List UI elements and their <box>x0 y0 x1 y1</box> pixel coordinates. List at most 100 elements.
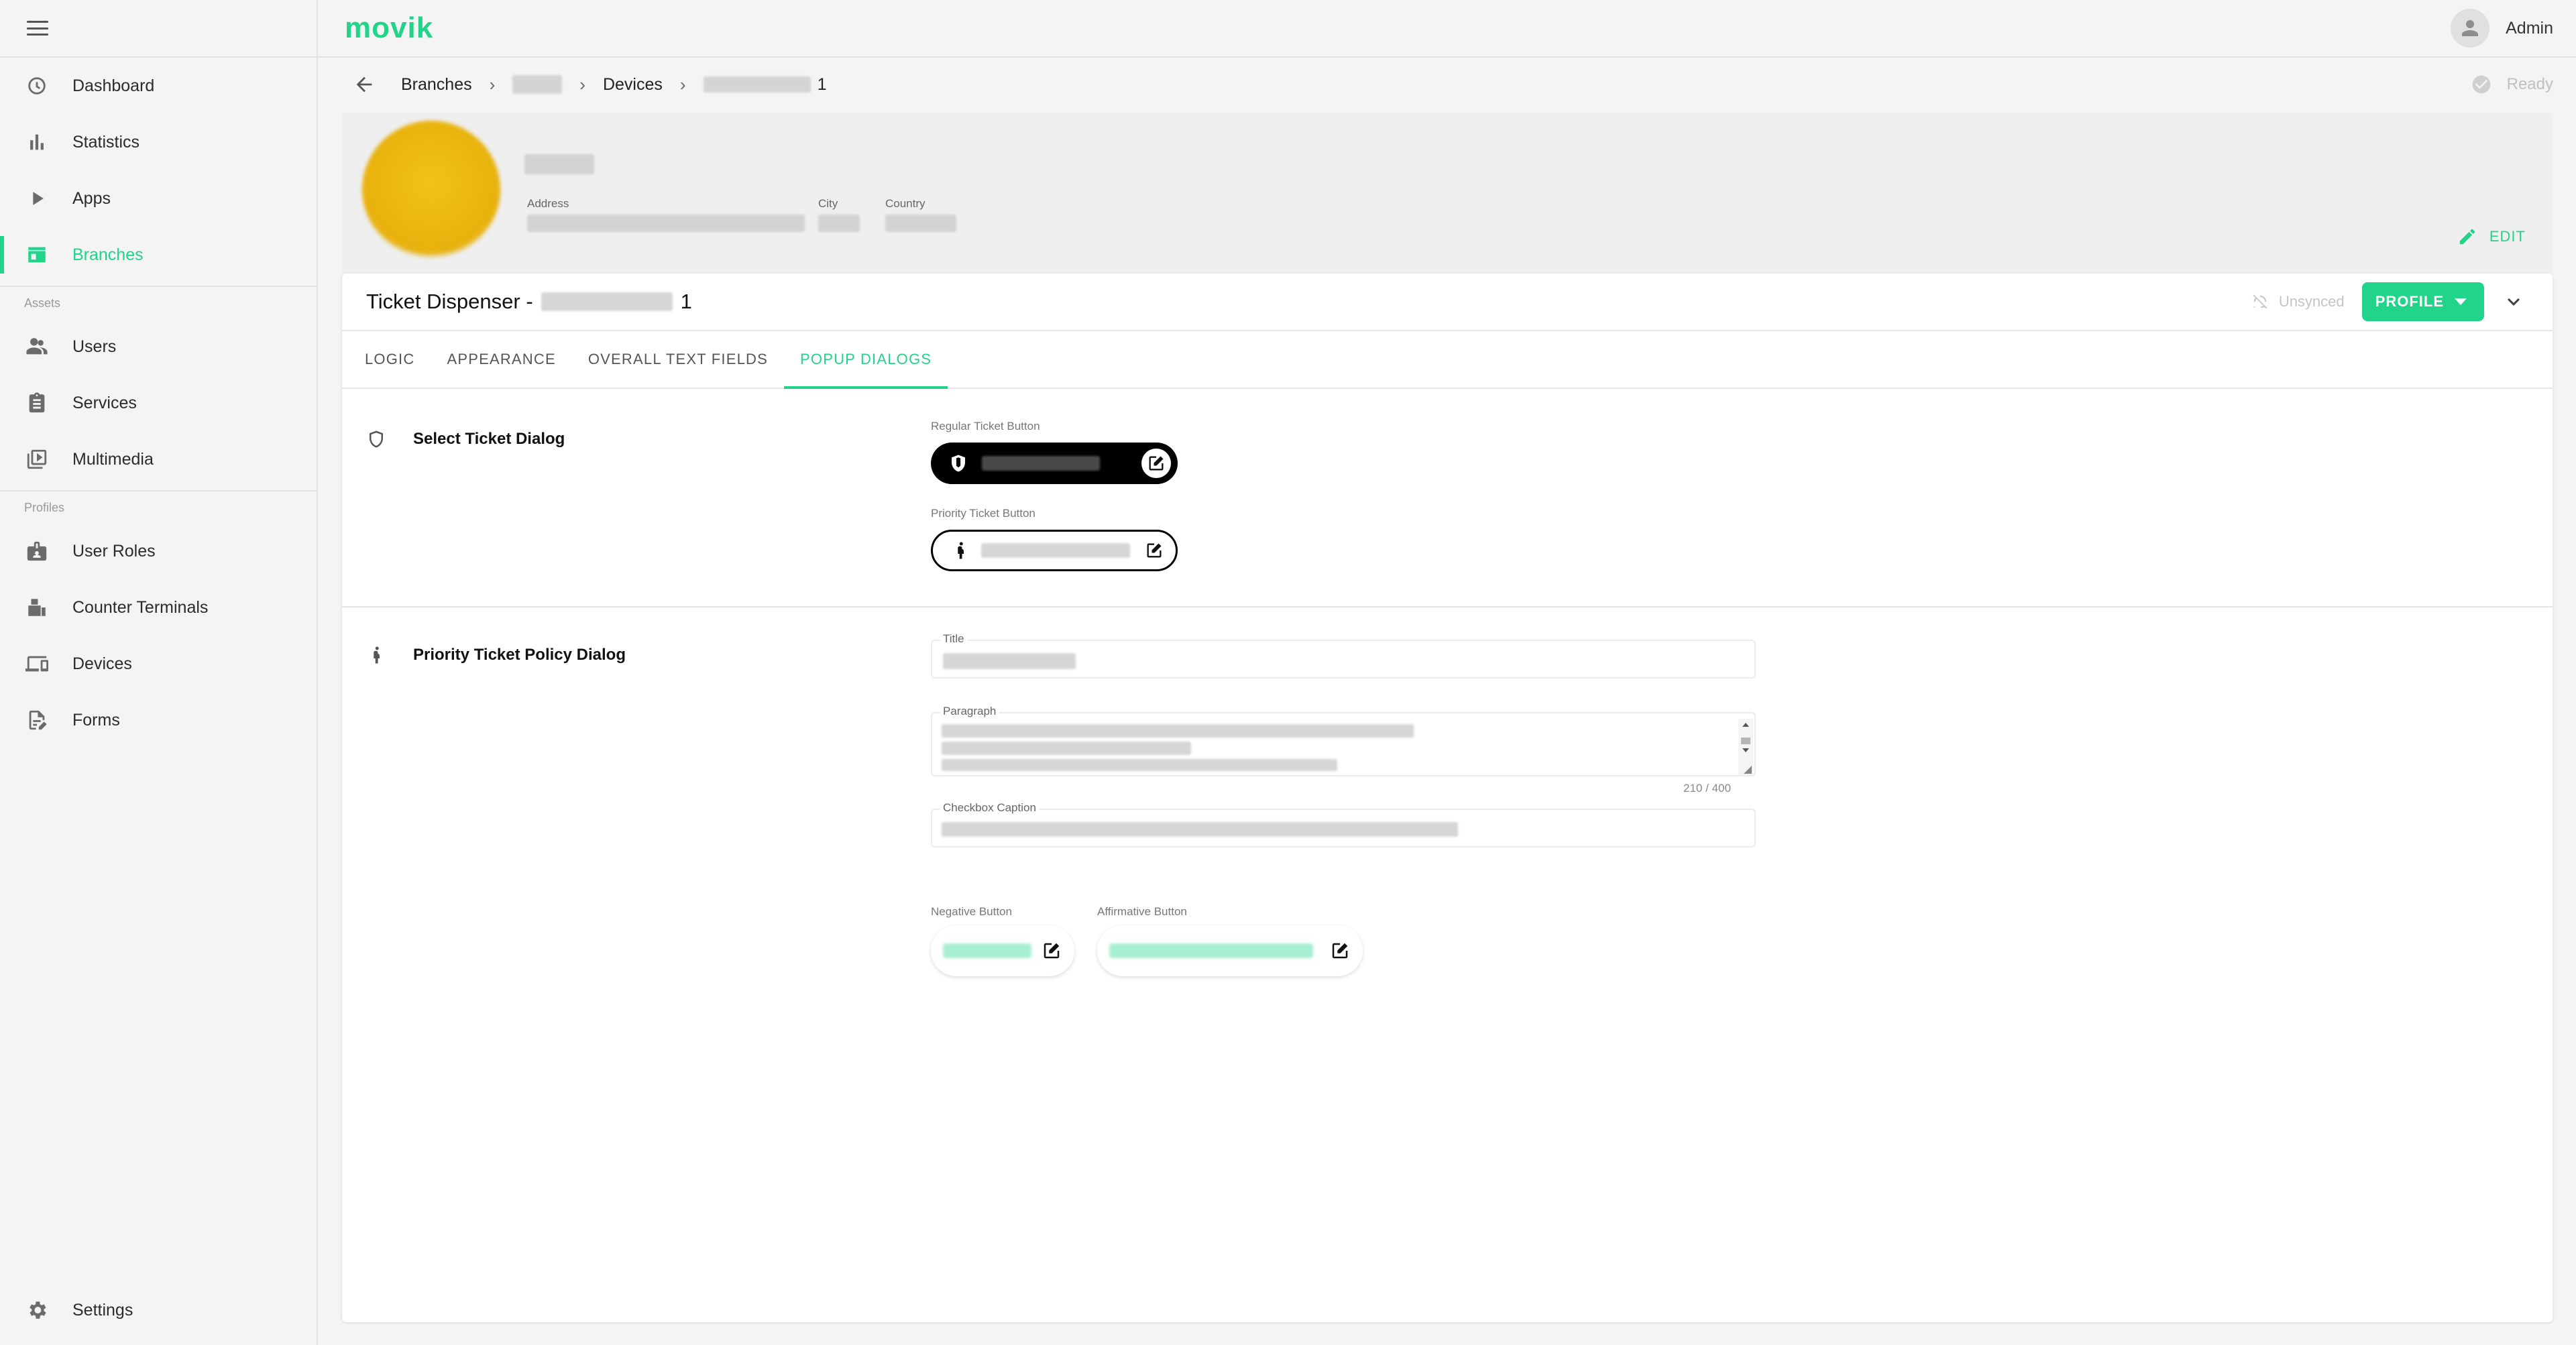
sidebar-item-label: Statistics <box>72 132 140 152</box>
priority-button-text-redacted <box>981 543 1130 558</box>
status-text: Ready <box>2506 75 2553 93</box>
policy-paragraph-field[interactable]: Paragraph <box>931 705 1756 776</box>
user-name: Admin <box>2506 18 2553 38</box>
back-arrow-icon[interactable] <box>353 73 401 96</box>
sidebar-item-counter-terminals[interactable]: Counter Terminals <box>0 579 317 636</box>
badge-icon <box>25 540 48 563</box>
checkbox-caption-field-label: Checkbox Caption <box>940 801 1039 815</box>
sidebar-item-user-roles[interactable]: User Roles <box>0 523 317 579</box>
affirmative-button-text-redacted <box>1109 943 1313 958</box>
chevron-right-icon: › <box>679 74 686 95</box>
sidebar-item-label: Services <box>72 393 137 412</box>
edit-square-icon <box>1332 943 1348 959</box>
sidebar-item-branches[interactable]: Branches <box>0 227 317 283</box>
regular-button-text-redacted <box>982 456 1100 471</box>
edit-label: EDIT <box>2489 228 2526 245</box>
sidebar-item-label: User Roles <box>72 541 156 561</box>
priority-ticket-button-preview[interactable] <box>931 530 1178 571</box>
app-logo[interactable]: movik <box>345 11 433 45</box>
tab-overall-text-fields[interactable]: OVERALL TEXT FIELDS <box>572 331 784 388</box>
avatar[interactable] <box>2451 9 2490 48</box>
clipboard-icon <box>25 392 48 414</box>
pregnant-person-icon <box>958 542 964 559</box>
breadcrumb-devices[interactable]: Devices <box>603 75 663 95</box>
device-title: Ticket Dispenser - 1 <box>366 290 692 314</box>
paragraph-line-redacted <box>942 724 1414 738</box>
breadcrumb-device-redacted <box>703 76 811 93</box>
priority-ticket-button-label: Priority Ticket Button <box>931 507 1035 520</box>
paragraph-character-counter: 210 / 400 <box>1683 782 1731 795</box>
user-icon <box>2462 20 2479 36</box>
hamburger-icon[interactable] <box>27 21 48 36</box>
device-card-header: Ticket Dispenser - 1 Unsynced PROFILE <box>342 274 2553 331</box>
gear-icon <box>25 1299 48 1322</box>
sidebar-item-services[interactable]: Services <box>0 375 317 431</box>
sidebar-item-devices[interactable]: Devices <box>0 636 317 692</box>
edit-square-icon <box>1147 543 1162 558</box>
ticket-shield-icon <box>952 455 965 472</box>
bar-chart-icon <box>25 131 48 154</box>
edit-negative-button[interactable] <box>1038 937 1065 964</box>
affirmative-button-preview[interactable] <box>1097 925 1363 976</box>
device-title-suffix: 1 <box>680 290 692 313</box>
breadcrumb-branches[interactable]: Branches <box>401 75 472 95</box>
edit-regular-button[interactable] <box>1141 449 1171 478</box>
select-ticket-dialog-section: Select Ticket Dialog Regular Ticket Butt… <box>342 389 2553 607</box>
policy-title-field[interactable]: Title <box>931 632 1756 679</box>
chevron-down-icon[interactable] <box>2502 290 2526 314</box>
tab-popup-dialogs[interactable]: POPUP DIALOGS <box>784 331 948 389</box>
sync-status-text: Unsynced <box>2278 293 2345 310</box>
country-label: Country <box>885 197 926 210</box>
sidebar-item-multimedia[interactable]: Multimedia <box>0 431 317 487</box>
edit-branch-button[interactable]: EDIT <box>2457 227 2526 247</box>
chevron-right-icon: › <box>579 74 585 95</box>
chevron-right-icon: › <box>489 74 496 95</box>
edit-priority-button[interactable] <box>1139 536 1169 565</box>
checkbox-caption-field[interactable]: Checkbox Caption <box>931 801 1756 847</box>
device-title-redacted <box>541 292 673 311</box>
sync-status: Unsynced <box>2251 292 2345 311</box>
address-value-redacted <box>527 215 805 232</box>
breadcrumb-bar: Branches › › Devices › 1 Ready <box>318 59 2576 110</box>
tab-appearance[interactable]: APPEARANCE <box>431 331 571 388</box>
policy-title-value-redacted <box>943 653 1076 669</box>
branch-name-redacted <box>524 154 594 174</box>
status-indicator: Ready <box>2471 74 2553 95</box>
breadcrumb-branch-redacted[interactable] <box>512 75 563 94</box>
sidebar-item-label: Dashboard <box>72 76 155 95</box>
profile-dropdown-button[interactable]: PROFILE <box>2361 282 2484 321</box>
edit-affirmative-button[interactable] <box>1327 937 1353 964</box>
address-label: Address <box>527 197 569 210</box>
sidebar-item-label: Users <box>72 337 117 356</box>
sidebar-item-dashboard[interactable]: Dashboard <box>0 58 317 114</box>
terminal-icon <box>25 596 48 619</box>
user-menu[interactable]: Admin <box>2451 9 2553 48</box>
device-tabs: LOGIC APPEARANCE OVERALL TEXT FIELDS POP… <box>342 331 2553 389</box>
sidebar-item-label: Forms <box>72 710 120 729</box>
sidebar-item-apps[interactable]: Apps <box>0 170 317 227</box>
device-actions: Unsynced PROFILE <box>2251 282 2526 321</box>
profiles-section-label: Profiles <box>24 501 65 514</box>
policy-title-field-label: Title <box>940 632 967 646</box>
sidebar-item-users[interactable]: Users <box>0 318 317 375</box>
regular-ticket-button-preview[interactable] <box>931 443 1178 484</box>
affirmative-button-label: Affirmative Button <box>1097 905 1187 918</box>
negative-button-text-redacted <box>943 943 1031 958</box>
sidebar-item-statistics[interactable]: Statistics <box>0 114 317 170</box>
breadcrumb: Branches › › Devices › 1 <box>353 73 826 96</box>
device-title-prefix: Ticket Dispenser - <box>366 290 533 313</box>
sidebar-item-label: Counter Terminals <box>72 597 209 617</box>
negative-button-label: Negative Button <box>931 905 1012 918</box>
tab-logic[interactable]: LOGIC <box>349 331 431 388</box>
branch-header: Address City Country EDIT <box>342 113 2553 274</box>
select-ticket-dialog-title: Select Ticket Dialog <box>366 429 565 449</box>
ticket-shield-icon <box>370 430 383 448</box>
pencil-icon <box>2459 229 2475 245</box>
negative-button-preview[interactable] <box>931 925 1074 976</box>
assets-nav: Users Services Multimedia <box>0 318 317 487</box>
sidebar-item-settings[interactable]: Settings <box>0 1282 317 1338</box>
sidebar-item-forms[interactable]: Forms <box>0 692 317 748</box>
device-card: Ticket Dispenser - 1 Unsynced PROFILE LO… <box>342 274 2553 1322</box>
sidebar-item-label: Devices <box>72 654 132 673</box>
textarea-scrollbar[interactable] <box>1738 719 1753 775</box>
